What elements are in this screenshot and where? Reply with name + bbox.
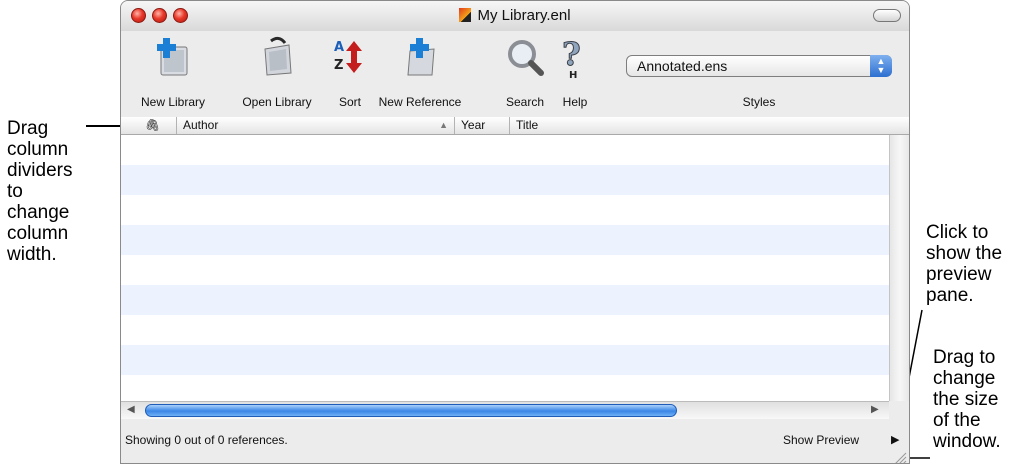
status-bar: Showing 0 out of 0 references. Show Prev… <box>121 421 909 464</box>
new-reference-icon <box>407 38 435 76</box>
horizontal-scroll-thumb[interactable] <box>145 404 677 417</box>
vertical-scrollbar[interactable] <box>889 135 909 401</box>
column-title-label: Title <box>516 118 539 132</box>
new-library-label: New Library <box>140 95 206 109</box>
sort-ascending-icon: ▲ <box>439 120 448 130</box>
open-library-button[interactable]: Open Library <box>230 31 324 117</box>
list-row[interactable] <box>121 345 889 375</box>
paperclip-icon: 🖇 <box>145 118 161 132</box>
column-author-label: Author <box>183 118 219 132</box>
scroll-right-icon[interactable]: ▶ <box>871 404 879 415</box>
new-library-icon <box>157 38 188 76</box>
new-reference-label: New Reference <box>378 95 462 109</box>
window-title-text: My Library.enl <box>477 7 571 24</box>
annotation-resize-window: Drag to change the size of the window. <box>933 347 1001 452</box>
column-year-label: Year <box>461 118 486 132</box>
column-header-bar: 🖇 Author ▲ Year Title <box>121 117 909 135</box>
magnifier-icon <box>508 40 544 76</box>
list-row[interactable] <box>121 255 889 285</box>
sort-label: Sort <box>338 95 361 109</box>
window-title: My Library.enl <box>121 7 909 24</box>
column-title[interactable]: Title <box>510 117 889 134</box>
toolbar: New Library Open Library A Z Sort New Re <box>121 31 909 118</box>
new-library-button[interactable]: New Library <box>135 31 211 117</box>
reference-count-text: Showing 0 out of 0 references. <box>125 433 288 447</box>
column-year[interactable]: Year <box>455 117 510 134</box>
list-row[interactable] <box>121 315 889 345</box>
column-author[interactable]: Author ▲ <box>177 117 455 134</box>
horizontal-scrollbar[interactable]: ◀ ▶ <box>121 401 889 419</box>
styles-selected-value: Annotated.ens <box>637 58 728 74</box>
title-bar[interactable]: My Library.enl <box>121 1 909 31</box>
dropdown-arrows-icon: ▲ ▼ <box>870 55 892 77</box>
column-attachment[interactable]: 🖇 <box>139 117 177 134</box>
sort-button[interactable]: A Z Sort <box>327 31 373 117</box>
help-button[interactable]: ? H Help <box>552 31 598 117</box>
svg-text:Z: Z <box>334 58 343 73</box>
search-button[interactable]: Search <box>498 31 552 117</box>
new-reference-button[interactable]: New Reference <box>373 31 467 117</box>
open-library-icon <box>264 36 292 76</box>
list-row[interactable] <box>121 375 889 401</box>
list-row[interactable] <box>121 285 889 315</box>
resize-grip-icon[interactable] <box>893 451 907 464</box>
styles-label: Styles <box>742 95 776 109</box>
list-row[interactable] <box>121 135 889 165</box>
open-library-label: Open Library <box>242 95 312 109</box>
help-icon: ? H <box>562 35 582 79</box>
svg-text:?: ? <box>562 35 581 73</box>
annotation-show-preview: Click to show the preview pane. <box>926 222 1003 306</box>
scroll-left-icon[interactable]: ◀ <box>127 404 135 415</box>
disclosure-arrow-icon[interactable]: ▶ <box>891 433 899 446</box>
svg-text:H: H <box>569 70 577 79</box>
list-row[interactable] <box>121 165 889 195</box>
show-preview-button[interactable]: Show Preview <box>783 433 859 447</box>
reference-list[interactable] <box>121 135 889 401</box>
styles-dropdown[interactable]: Annotated.ens ▲ ▼ <box>626 55 892 77</box>
toolbar-toggle-button[interactable] <box>873 9 901 22</box>
svg-text:A: A <box>334 40 344 55</box>
annotation-column-dividers: Drag column dividers to change column wi… <box>7 118 73 265</box>
list-row[interactable] <box>121 195 889 225</box>
help-label: Help <box>562 95 588 109</box>
library-document-icon <box>459 8 472 22</box>
library-window: My Library.enl New Library Open Library … <box>120 0 910 464</box>
list-row[interactable] <box>121 225 889 255</box>
search-label: Search <box>505 95 545 109</box>
sort-az-icon: A Z <box>334 40 362 73</box>
